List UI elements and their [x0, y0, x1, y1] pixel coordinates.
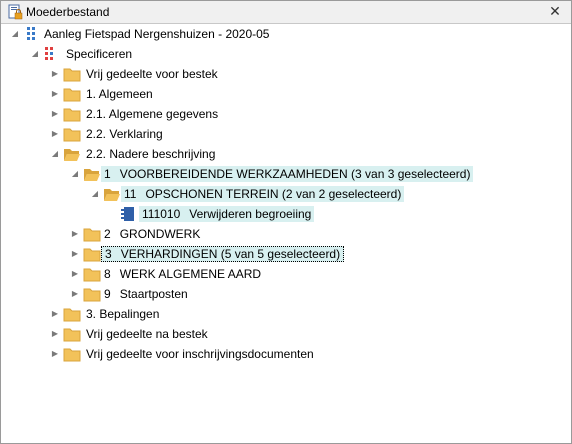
- tree-node-project[interactable]: ◢ Aanleg Fietspad Nergenshuizen - 2020-0…: [9, 25, 309, 43]
- tree-node-label: Vrij gedeelte voor inschrijvingsdocument…: [86, 347, 314, 361]
- tree-node-nadere-beschrijving[interactable]: ◢ 2.2. Nadere beschrijving: [49, 145, 269, 163]
- tree-view[interactable]: ◢ Aanleg Fietspad Nergenshuizen - 2020-0…: [1, 23, 571, 443]
- title-bar: Moederbestand ✕: [1, 1, 571, 24]
- folder-icon: [63, 348, 81, 362]
- tree-node-label: Vrij gedeelte na bestek: [86, 327, 208, 341]
- expand-arrow-icon[interactable]: ◢: [89, 185, 101, 203]
- collapsed-arrow-icon[interactable]: ▶: [49, 65, 61, 83]
- tree-node-label: 9 Staartposten: [104, 287, 188, 301]
- tree-node-grondwerk[interactable]: ▶ 2 GRONDWERK: [69, 225, 289, 243]
- collapsed-arrow-icon[interactable]: ▶: [69, 245, 81, 263]
- open-folder-icon: [64, 149, 80, 161]
- collapsed-arrow-icon[interactable]: ▶: [69, 265, 81, 283]
- tree-node-algemeen[interactable]: ▶ 1. Algemeen: [49, 85, 269, 103]
- tree-node-label: 8 WERK ALGEMENE AARD: [104, 267, 262, 281]
- folder-icon: [63, 308, 81, 322]
- tree-node-vrij-gedeelte-na-bestek[interactable]: ▶ Vrij gedeelte na bestek: [49, 325, 269, 343]
- collapsed-arrow-icon[interactable]: ▶: [49, 345, 61, 363]
- tree-node-specificeren[interactable]: ◢ Specificeren: [29, 45, 229, 63]
- tree-node-verhardingen[interactable]: ▶ 3 VERHARDINGEN (5 van 5 geselecteerd): [69, 245, 369, 263]
- collapsed-arrow-icon[interactable]: ▶: [69, 285, 81, 303]
- tree-node-algemene-gegevens[interactable]: ▶ 2.1. Algemene gegevens: [49, 105, 269, 123]
- tree-node-label: Aanleg Fietspad Nergenshuizen - 2020-05: [44, 27, 270, 41]
- collapsed-arrow-icon[interactable]: ▶: [49, 85, 61, 103]
- collapsed-arrow-icon[interactable]: ▶: [49, 105, 61, 123]
- folder-icon: [63, 88, 81, 102]
- open-folder-icon: [84, 169, 100, 181]
- project-grid-icon: [27, 27, 35, 40]
- folder-icon: [63, 128, 81, 142]
- tree-node-label: 2.1. Algemene gegevens: [86, 107, 219, 121]
- folder-icon: [63, 68, 81, 82]
- tree-node-bepalingen[interactable]: ▶ 3. Bepalingen: [49, 305, 269, 323]
- tree-node-label: 1 VOORBEREIDENDE WERKZAAMHEDEN (3 van 3 g…: [101, 166, 474, 182]
- tree-node-vrij-gedeelte-voor-bestek[interactable]: ▶ Vrij gedeelte voor bestek: [49, 65, 269, 83]
- document-icon: [121, 207, 134, 221]
- expand-arrow-icon[interactable]: ◢: [49, 145, 61, 163]
- tree-node-voorbereidende-werkzaamheden[interactable]: ◢ 1 VOORBEREIDENDE WERKZAAMHEDEN (3 van 3…: [69, 165, 484, 183]
- tree-node-label: 111010 Verwijderen begroeiing: [139, 206, 315, 222]
- folder-icon: [83, 228, 101, 242]
- tree-node-label: 11 OPSCHONEN TERREIN (2 van 2 geselecteer…: [121, 186, 405, 202]
- tree-node-label: Vrij gedeelte voor bestek: [86, 67, 218, 81]
- tree-node-verklaring[interactable]: ▶ 2.2. Verklaring: [49, 125, 269, 143]
- tree-node-opschonen-terrein[interactable]: ◢ 11 OPSCHONEN TERREIN (2 van 2 geselecte…: [89, 185, 419, 203]
- tree-node-verwijderen-begroeiing[interactable]: 111010 Verwijderen begroeiing: [119, 205, 339, 223]
- tree-node-label: 2.2. Nadere beschrijving: [86, 147, 216, 161]
- expand-arrow-icon[interactable]: ◢: [9, 25, 21, 43]
- collapsed-arrow-icon[interactable]: ▶: [69, 225, 81, 243]
- tree-node-label: 1. Algemeen: [86, 87, 153, 101]
- collapsed-arrow-icon[interactable]: ▶: [49, 305, 61, 323]
- folder-icon: [83, 268, 101, 282]
- specificeren-grid-icon: [45, 47, 53, 60]
- open-folder-icon: [104, 189, 120, 201]
- collapsed-arrow-icon[interactable]: ▶: [49, 125, 61, 143]
- window-title: Moederbestand: [26, 5, 110, 19]
- collapsed-arrow-icon[interactable]: ▶: [49, 325, 61, 343]
- folder-icon: [83, 248, 101, 262]
- tree-node-vrij-gedeelte-inschrijvingsdocumenten[interactable]: ▶ Vrij gedeelte voor inschrijvingsdocume…: [49, 345, 369, 363]
- tree-node-label: Specificeren: [66, 47, 133, 61]
- tree-node-label: 3 VERHARDINGEN (5 van 5 geselecteerd): [101, 246, 345, 262]
- expand-arrow-icon[interactable]: ◢: [29, 45, 41, 63]
- expand-arrow-icon[interactable]: ◢: [69, 165, 81, 183]
- tree-node-label: 2.2. Verklaring: [86, 127, 163, 141]
- folder-icon: [63, 328, 81, 342]
- document-lock-icon: [8, 4, 23, 20]
- folder-icon: [83, 288, 101, 302]
- close-button[interactable]: ✕: [548, 3, 562, 19]
- moederbestand-window: Moederbestand ✕ ◢ Aanleg Fietspad Nergen…: [0, 0, 572, 444]
- tree-node-label: 2 GRONDWERK: [104, 227, 201, 241]
- tree-node-werk-algemene-aard[interactable]: ▶ 8 WERK ALGEMENE AARD: [69, 265, 289, 283]
- folder-icon: [63, 108, 81, 122]
- tree-node-staartposten[interactable]: ▶ 9 Staartposten: [69, 285, 289, 303]
- tree-node-label: 3. Bepalingen: [86, 307, 160, 321]
